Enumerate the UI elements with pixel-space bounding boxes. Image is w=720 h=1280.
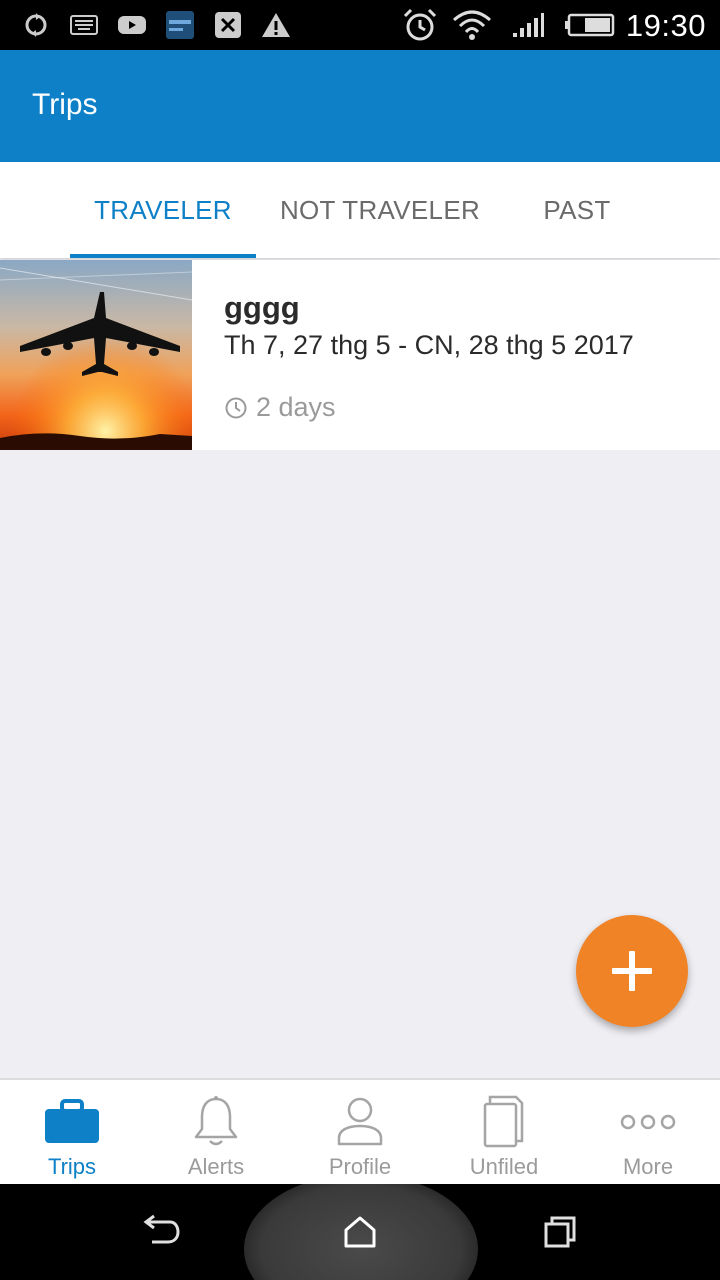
bell-icon bbox=[144, 1094, 288, 1150]
plus-icon bbox=[612, 951, 652, 991]
trip-card[interactable]: gggg Th 7, 27 thg 5 - CN, 28 thg 5 2017 … bbox=[0, 260, 720, 450]
tab-not-traveler[interactable]: NOT TRAVELER bbox=[262, 162, 498, 258]
clipboard-icon bbox=[212, 10, 244, 40]
sync-icon bbox=[20, 10, 52, 40]
nav-label: Profile bbox=[328, 1154, 392, 1179]
nav-more[interactable]: More bbox=[576, 1080, 720, 1184]
tab-past[interactable]: PAST bbox=[506, 162, 648, 258]
back-icon bbox=[143, 1214, 180, 1244]
back-button[interactable] bbox=[136, 1208, 184, 1256]
warning-icon bbox=[260, 10, 292, 40]
tab-label: NOT TRAVELER bbox=[279, 194, 481, 225]
more-dots-icon bbox=[576, 1094, 720, 1150]
home-icon bbox=[344, 1216, 376, 1248]
documents-icon bbox=[432, 1094, 576, 1150]
clock-icon bbox=[225, 397, 247, 418]
tab-indicator bbox=[70, 254, 256, 258]
alarm-icon bbox=[402, 8, 438, 41]
signal-icon bbox=[510, 10, 546, 40]
tab-label: TRAVELER bbox=[94, 194, 232, 225]
keyboard-icon bbox=[68, 10, 100, 40]
battery-icon bbox=[564, 10, 616, 40]
app-bar: Trips bbox=[0, 50, 720, 162]
trip-duration-text: 2 days bbox=[256, 392, 336, 422]
status-bar: 19:30 bbox=[0, 0, 720, 50]
page-title: Trips bbox=[32, 88, 98, 121]
nav-profile[interactable]: Profile bbox=[288, 1080, 432, 1184]
recent-apps-button[interactable] bbox=[536, 1208, 584, 1256]
tab-label: PAST bbox=[543, 194, 611, 225]
nav-label: Unfiled bbox=[469, 1154, 539, 1179]
nav-label: Alerts bbox=[187, 1154, 245, 1179]
trip-dates: Th 7, 27 thg 5 - CN, 28 thg 5 2017 bbox=[224, 330, 634, 360]
tab-bar: TRAVELER NOT TRAVELER PAST bbox=[0, 162, 720, 258]
briefcase-icon bbox=[0, 1094, 144, 1150]
nav-label: Trips bbox=[47, 1154, 97, 1179]
airplane-sunset-thumbnail bbox=[0, 260, 192, 450]
tab-traveler[interactable]: TRAVELER bbox=[70, 162, 256, 258]
youtube-icon bbox=[116, 10, 148, 40]
add-trip-button[interactable] bbox=[576, 915, 688, 1027]
nav-unfiled[interactable]: Unfiled bbox=[432, 1080, 576, 1184]
person-icon bbox=[288, 1094, 432, 1150]
wifi-icon bbox=[452, 10, 492, 40]
clock-time: 19:30 bbox=[625, 8, 706, 43]
recent-apps-icon bbox=[544, 1216, 576, 1248]
trip-duration: 2 days bbox=[224, 392, 336, 423]
system-navigation-bar bbox=[0, 1184, 720, 1280]
app-notification-icon bbox=[164, 10, 196, 40]
nav-alerts[interactable]: Alerts bbox=[144, 1080, 288, 1184]
nav-trips[interactable]: Trips bbox=[0, 1080, 144, 1184]
nav-label: More bbox=[622, 1154, 674, 1179]
bottom-navigation: Trips Alerts Profile Unfiled More bbox=[0, 1078, 720, 1184]
home-button[interactable] bbox=[336, 1208, 384, 1256]
trip-name: gggg bbox=[224, 290, 300, 325]
